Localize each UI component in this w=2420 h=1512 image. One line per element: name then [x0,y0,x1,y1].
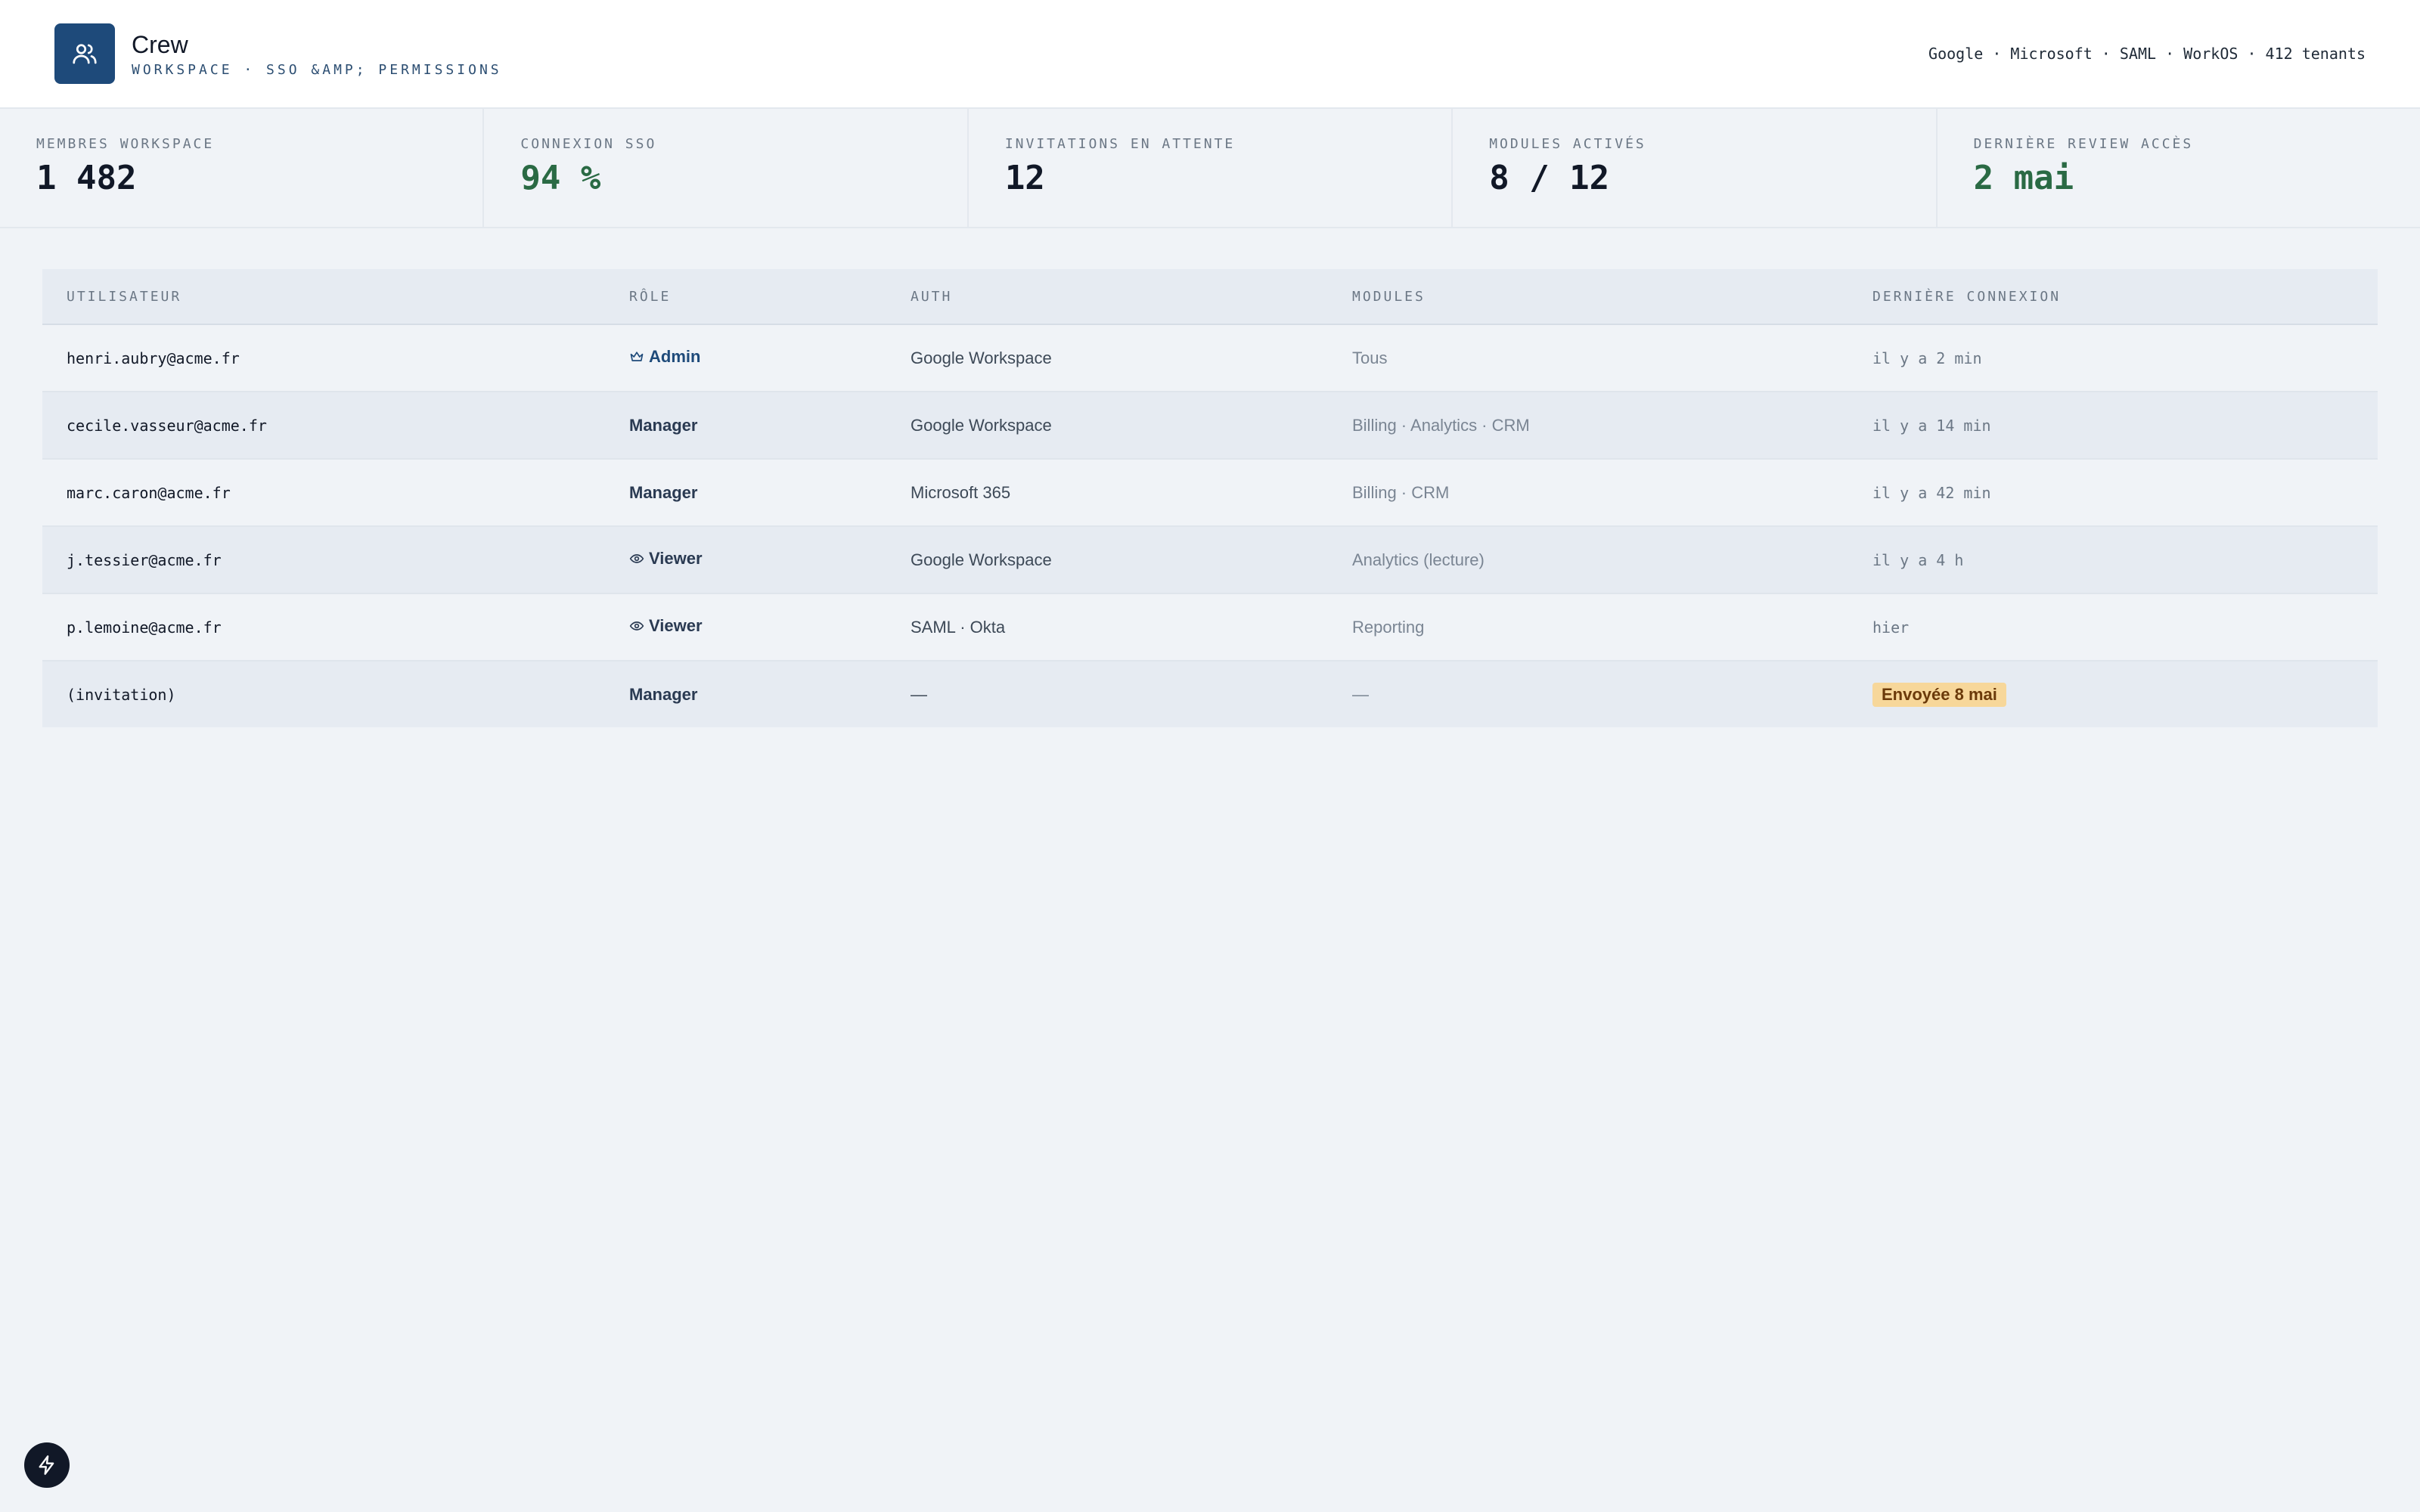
stat-invitations: INVITATIONS EN ATTENTE 12 [969,109,1454,227]
role-viewer: Viewer [629,549,703,569]
user-modules: Tous [1328,324,1848,392]
user-auth: Microsoft 365 [886,459,1328,527]
user-modules: Billing · Analytics · CRM [1328,392,1848,460]
table-row[interactable]: (invitation) Manager — — Envoyée 8 mai [42,661,2378,727]
column-header-modules[interactable]: MODULES [1328,269,1848,325]
stat-label: MODULES ACTIVÉS [1489,136,1646,152]
table-row[interactable]: p.lemoine@acme.fr Viewer SAML · Okta Rep… [42,593,2378,662]
stats-band: MEMBRES WORKSPACE 1 482 CONNEXION SSO 94… [0,109,2420,228]
table-header-row: UTILISATEUR RÔLE AUTH MODULES DERNIÈRE C… [42,269,2378,325]
role-viewer: Viewer [629,616,703,636]
app-title: Crew [132,30,188,58]
user-role: Manager [629,684,698,704]
user-role: Manager [605,392,886,460]
stat-review: DERNIÈRE REVIEW ACCÈS 2 mai [1938,109,2420,227]
brand: Crew WORKSPACE · SSO &AMP; PERMISSIONS [54,23,502,84]
table-row[interactable]: marc.caron@acme.fr Manager Microsoft 365… [42,459,2378,527]
stat-modules: MODULES ACTIVÉS 8 / 12 [1453,109,1938,227]
column-header-last-login[interactable]: DERNIÈRE CONNEXION [1848,269,2378,325]
user-email: j.tessier@acme.fr [42,526,605,594]
table-row[interactable]: j.tessier@acme.fr Viewer Google Workspac… [42,526,2378,594]
user-auth: — [911,684,927,704]
user-modules: Reporting [1328,593,1848,662]
user-last-login: il y a 42 min [1848,459,2378,527]
table-row[interactable]: cecile.vasseur@acme.fr Manager Google Wo… [42,392,2378,460]
column-header-auth[interactable]: AUTH [886,269,1328,325]
user-email: (invitation) [67,685,176,704]
user-auth: Google Workspace [886,526,1328,594]
user-modules: Analytics (lecture) [1328,526,1848,594]
stat-members: MEMBRES WORKSPACE 1 482 [0,109,485,227]
crown-icon [630,352,644,361]
user-auth: Google Workspace [886,392,1328,460]
role-label: Viewer [649,616,703,635]
user-role: Viewer [605,593,886,662]
user-email: henri.aubry@acme.fr [42,324,605,392]
eye-icon [629,554,644,563]
user-role: Admin [605,324,886,392]
stat-sso: CONNEXION SSO 94 % [484,109,969,227]
eye-icon [629,621,644,631]
role-admin: Admin [629,347,700,367]
stat-value: 94 % [520,159,601,197]
user-last-login: il y a 14 min [1848,392,2378,460]
stat-label: DERNIÈRE REVIEW ACCÈS [1973,136,2194,152]
stat-label: INVITATIONS EN ATTENTE [1004,136,1236,152]
user-last-login: hier [1848,593,2378,662]
role-label: Admin [649,347,701,366]
invitation-sent-badge: Envoyée 8 mai [1872,682,2006,707]
stat-value: 1 482 [36,159,137,197]
lightning-icon [39,1455,54,1475]
user-last-login: Envoyée 8 mai [1848,661,2378,727]
column-header-role[interactable]: RÔLE [605,269,886,325]
users-icon [54,23,115,84]
quick-action-button[interactable] [24,1442,70,1488]
user-role: Manager [605,459,886,527]
stat-value: 8 / 12 [1489,159,1610,197]
table-row[interactable]: henri.aubry@acme.fr Admin Google Workspa… [42,324,2378,392]
stat-label: MEMBRES WORKSPACE [36,136,215,152]
user-email: p.lemoine@acme.fr [42,593,605,662]
user-modules: — [1352,684,1369,704]
stat-label: CONNEXION SSO [520,136,657,152]
members-table: UTILISATEUR RÔLE AUTH MODULES DERNIÈRE C… [42,269,2378,727]
user-modules: Billing · CRM [1328,459,1848,527]
user-email: marc.caron@acme.fr [42,459,605,527]
app-subtitle: WORKSPACE · SSO &AMP; PERMISSIONS [132,61,502,78]
providers-summary: Google · Microsoft · SAML · WorkOS · 412… [1928,45,2366,63]
user-auth: SAML · Okta [886,593,1328,662]
user-last-login: il y a 2 min [1848,324,2378,392]
user-role: Viewer [605,526,886,594]
user-email: cecile.vasseur@acme.fr [42,392,605,460]
role-label: Viewer [649,549,703,568]
user-last-login: il y a 4 h [1848,526,2378,594]
column-header-user[interactable]: UTILISATEUR [42,269,605,325]
app-header: Crew WORKSPACE · SSO &AMP; PERMISSIONS G… [0,0,2420,109]
stat-value: 12 [1004,159,1045,197]
stat-value: 2 mai [1973,159,2074,197]
user-auth: Google Workspace [886,324,1328,392]
